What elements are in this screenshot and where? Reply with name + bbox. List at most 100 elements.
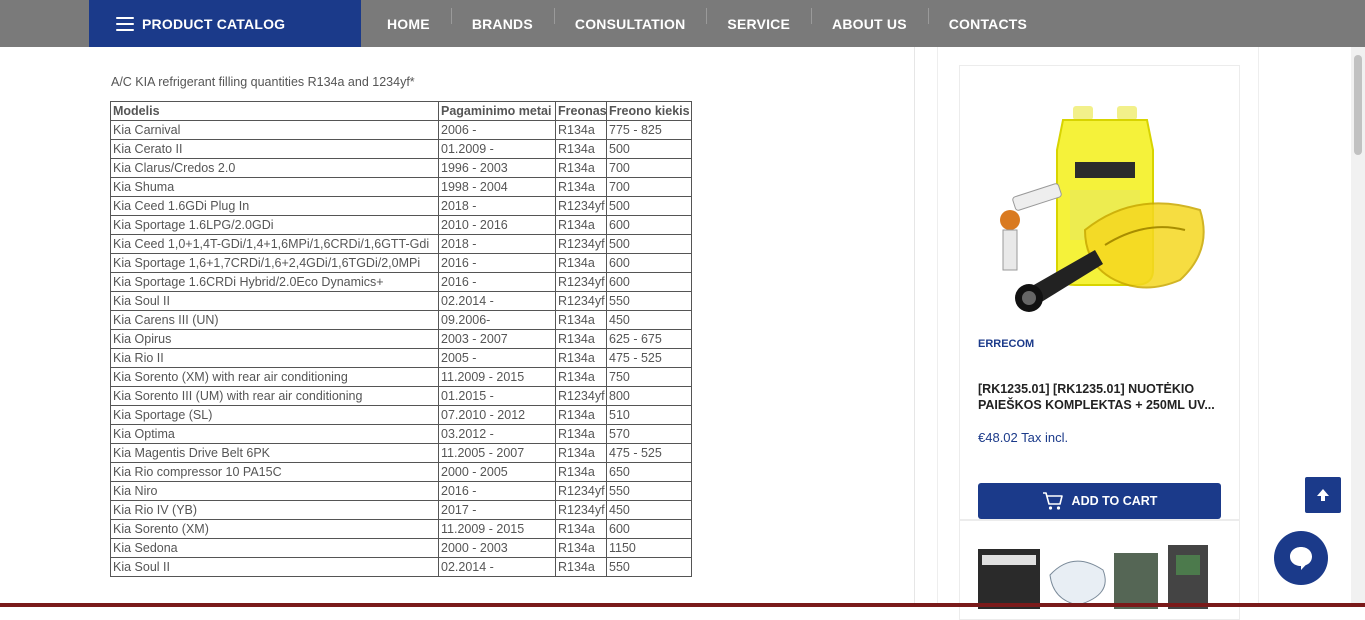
cell-model: Kia Sportage 1.6LPG/2.0GDi — [110, 215, 439, 235]
header-refrigerant: Freonas — [555, 101, 607, 121]
cell-model: Kia Sportage 1.6CRDi Hybrid/2.0Eco Dynam… — [110, 272, 439, 292]
cell-model: Kia Rio compressor 10 PA15C — [110, 462, 439, 482]
cell-refrigerant: R134a — [555, 538, 607, 558]
table-row: Kia Soul II 02.2014 - R134a 550 — [110, 557, 692, 577]
add-to-cart-label: ADD TO CART — [1071, 494, 1158, 508]
page-scrollbar[interactable] — [1351, 47, 1365, 607]
cell-years: 2000 - 2003 — [438, 538, 556, 558]
cell-refrigerant: R134a — [555, 329, 607, 349]
cell-years: 2018 - — [438, 196, 556, 216]
cell-refrigerant: R134a — [555, 557, 607, 577]
cell-refrigerant: R1234yf — [555, 196, 607, 216]
cell-quantity: 800 — [606, 386, 692, 406]
cell-quantity: 475 - 525 — [606, 348, 692, 368]
table-row: Kia Sportage 1,6+1,7CRDi/1,6+2,4GDi/1,6T… — [110, 253, 692, 273]
cell-years: 2018 - — [438, 234, 556, 254]
cell-years: 03.2012 - — [438, 424, 556, 444]
cell-quantity: 550 — [606, 481, 692, 501]
table-row: Kia Shuma 1998 - 2004 R134a 700 — [110, 177, 692, 197]
table-row: Kia Rio IV (YB) 2017 - R1234yf 450 — [110, 500, 692, 520]
cell-refrigerant: R134a — [555, 519, 607, 539]
cell-refrigerant: R134a — [555, 253, 607, 273]
cell-refrigerant: R134a — [555, 177, 607, 197]
cell-refrigerant: R134a — [555, 120, 607, 140]
table-row: Kia Cerato II 01.2009 - R134a 500 — [110, 139, 692, 159]
table-row: Kia Sorento III (UM) with rear air condi… — [110, 386, 692, 406]
cell-refrigerant: R134a — [555, 462, 607, 482]
table-row: Kia Sedona 2000 - 2003 R134a 1150 — [110, 538, 692, 558]
cell-model: Kia Sedona — [110, 538, 439, 558]
table-row: Kia Ceed 1.6GDi Plug In 2018 - R1234yf 500 — [110, 196, 692, 216]
cell-quantity: 600 — [606, 519, 692, 539]
product-brand[interactable]: ERRECOM — [978, 338, 1034, 350]
cell-model: Kia Sorento (XM) — [110, 519, 439, 539]
table-row: Kia Carnival 2006 - R134a 775 - 825 — [110, 120, 692, 140]
cell-refrigerant: R1234yf — [555, 500, 607, 520]
cell-years: 01.2015 - — [438, 386, 556, 406]
cell-years: 2016 - — [438, 253, 556, 273]
cell-quantity: 700 — [606, 158, 692, 178]
hamburger-menu-icon — [116, 16, 134, 31]
scroll-to-top-button[interactable] — [1305, 477, 1341, 513]
page-intro-text: A/C KIA refrigerant filling quantities R… — [111, 75, 415, 89]
cell-refrigerant: R134a — [555, 310, 607, 330]
table-row: Kia Clarus/Credos 2.0 1996 - 2003 R134a 700 — [110, 158, 692, 178]
table-row: Kia Sorento (XM) 11.2009 - 2015 R134a 600 — [110, 519, 692, 539]
nav-brands[interactable]: BRANDS — [450, 7, 554, 32]
nav-home[interactable]: HOME — [366, 16, 451, 32]
cell-years: 11.2009 - 2015 — [438, 519, 556, 539]
arrow-up-icon — [1317, 489, 1329, 501]
cell-quantity: 750 — [606, 367, 692, 387]
cell-years: 11.2005 - 2007 — [438, 443, 556, 463]
nav-service[interactable]: SERVICE — [706, 7, 811, 32]
cell-model: Kia Soul II — [110, 557, 439, 577]
cell-model: Kia Rio II — [110, 348, 439, 368]
header-quantity: Freono kiekis — [606, 101, 692, 121]
main-nav: HOME BRANDS CONSULTATION SERVICE ABOUT U… — [366, 0, 1048, 47]
cell-model: Kia Rio IV (YB) — [110, 500, 439, 520]
cell-refrigerant: R134a — [555, 215, 607, 235]
cell-model: Kia Soul II — [110, 291, 439, 311]
cell-years: 07.2010 - 2012 — [438, 405, 556, 425]
cell-quantity: 500 — [606, 139, 692, 159]
add-to-cart-button[interactable]: ADD TO CART — [978, 483, 1221, 519]
cell-quantity: 625 - 675 — [606, 329, 692, 349]
cell-model: Kia Opirus — [110, 329, 439, 349]
product-catalog-button[interactable]: PRODUCT CATALOG — [89, 0, 361, 47]
chat-button[interactable] — [1274, 531, 1328, 585]
product-image[interactable] — [975, 80, 1225, 312]
cell-quantity: 1150 — [606, 538, 692, 558]
header-years: Pagaminimo metai — [438, 101, 556, 121]
cell-refrigerant: R134a — [555, 405, 607, 425]
main-content: A/C KIA refrigerant filling quantities R… — [89, 47, 915, 607]
cell-years: 1998 - 2004 — [438, 177, 556, 197]
cell-quantity: 475 - 525 — [606, 443, 692, 463]
cell-years: 2016 - — [438, 481, 556, 501]
cell-model: Kia Ceed 1.6GDi Plug In — [110, 196, 439, 216]
nav-consultation[interactable]: CONSULTATION — [553, 7, 707, 32]
cell-years: 2006 - — [438, 120, 556, 140]
table-row: Kia Sportage 1.6CRDi Hybrid/2.0Eco Dynam… — [110, 272, 692, 292]
cart-icon — [1042, 492, 1063, 510]
cell-refrigerant: R134a — [555, 348, 607, 368]
cell-quantity: 600 — [606, 272, 692, 292]
cell-quantity: 510 — [606, 405, 692, 425]
table-row: Kia Carens III (UN) 09.2006- R134a 450 — [110, 310, 692, 330]
cell-model: Kia Sportage 1,6+1,7CRDi/1,6+2,4GDi/1,6T… — [110, 253, 439, 273]
product-card[interactable]: ERRECOM [RK1235.01] [RK1235.01] NUOTĖKIO… — [959, 65, 1240, 520]
cell-refrigerant: R1234yf — [555, 272, 607, 292]
cell-years: 02.2014 - — [438, 291, 556, 311]
product-name[interactable]: [RK1235.01] [RK1235.01] NUOTĖKIO PAIEŠKO… — [978, 381, 1228, 413]
cell-refrigerant: R134a — [555, 367, 607, 387]
cell-quantity: 700 — [606, 177, 692, 197]
table-header-row: Modelis Pagaminimo metai Freonas Freono … — [110, 101, 692, 121]
refrigerant-table: Modelis Pagaminimo metai Freonas Freono … — [110, 101, 692, 577]
table-row: Kia Rio compressor 10 PA15C 2000 - 2005 R1… — [110, 462, 692, 482]
cell-years: 2003 - 2007 — [438, 329, 556, 349]
cell-quantity: 650 — [606, 462, 692, 482]
scrollbar-thumb[interactable] — [1354, 55, 1362, 155]
cell-years: 01.2009 - — [438, 139, 556, 159]
nav-about-us[interactable]: ABOUT US — [811, 7, 928, 32]
nav-contacts[interactable]: CONTACTS — [927, 7, 1048, 32]
table-row: Kia Niro 2016 - R1234yf 550 — [110, 481, 692, 501]
